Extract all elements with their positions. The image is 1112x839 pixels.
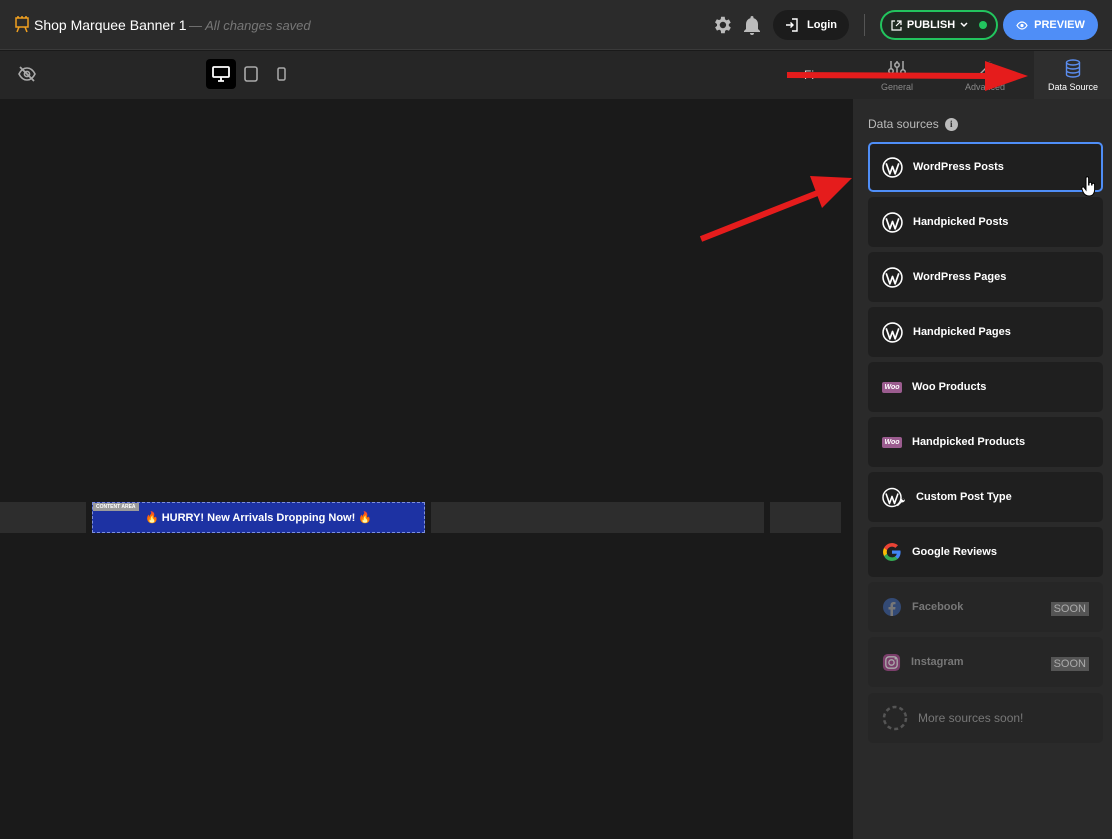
panel-title: Data sources i bbox=[868, 117, 958, 131]
source-handpicked-products[interactable]: Woo Handpicked Products bbox=[868, 417, 1103, 467]
data-source-panel: Data sources i WordPress Posts Handpicke… bbox=[853, 99, 1112, 839]
sliders-icon bbox=[888, 61, 906, 77]
tab-data-source[interactable]: Data Source bbox=[1034, 51, 1112, 99]
wordpress-icon bbox=[882, 156, 903, 178]
content-area-tag: CONTENT AREA bbox=[93, 503, 139, 511]
login-button[interactable]: Login bbox=[773, 10, 849, 40]
publish-label: PUBLISH bbox=[906, 19, 956, 31]
preview-button[interactable]: PREVIEW bbox=[1003, 10, 1098, 40]
source-label: Google Reviews bbox=[912, 546, 997, 558]
publish-status-dot bbox=[979, 21, 988, 29]
editor-canvas[interactable]: CONTENT AREA 🔥 HURRY! New Arrivals Dropp… bbox=[0, 99, 853, 839]
tab-advanced[interactable]: Advanced bbox=[948, 51, 1022, 99]
banner-text: 🔥 HURRY! New Arrivals Dropping Now! 🔥 bbox=[144, 512, 373, 524]
source-label: Custom Post Type bbox=[916, 491, 1012, 503]
login-icon bbox=[786, 18, 798, 32]
wordpress-icon bbox=[882, 321, 903, 343]
wordpress-icon bbox=[882, 211, 903, 233]
soon-badge: SOON bbox=[1050, 602, 1089, 616]
truncated-tab-label: Fi bbox=[804, 68, 814, 82]
app-title: Shop Marquee Banner 1 bbox=[34, 17, 187, 33]
source-label: Handpicked Pages bbox=[913, 326, 1011, 338]
woo-icon: Woo bbox=[882, 436, 902, 448]
tab-general[interactable]: General bbox=[866, 51, 928, 99]
source-handpicked-pages[interactable]: Handpicked Pages bbox=[868, 307, 1103, 357]
eye-icon bbox=[1016, 20, 1028, 30]
hand-cursor-icon bbox=[1081, 176, 1096, 197]
eye-off-icon[interactable] bbox=[17, 65, 37, 83]
source-label: Handpicked Products bbox=[912, 436, 1026, 448]
login-label: Login bbox=[807, 19, 837, 31]
header-divider bbox=[864, 14, 865, 36]
google-icon bbox=[883, 543, 901, 561]
info-icon[interactable]: i bbox=[944, 117, 958, 131]
dashed-circle-icon bbox=[882, 705, 908, 731]
mobile-icon bbox=[276, 67, 286, 81]
facebook-icon bbox=[883, 598, 901, 616]
tab-general-label: General bbox=[880, 82, 914, 92]
tab-data-source-label: Data Source bbox=[1047, 82, 1099, 92]
marquee-segment bbox=[0, 502, 86, 533]
database-icon bbox=[1065, 59, 1081, 78]
source-google-reviews[interactable]: Google Reviews bbox=[868, 527, 1103, 577]
desktop-view-button[interactable] bbox=[206, 59, 236, 89]
chevron-down-icon bbox=[960, 22, 968, 28]
source-wordpress-posts[interactable]: WordPress Posts bbox=[868, 142, 1103, 197]
preview-label: PREVIEW bbox=[1034, 19, 1085, 31]
desktop-icon bbox=[212, 66, 230, 82]
top-bar: Shop Marquee Banner 1 — All changes save… bbox=[0, 0, 1112, 50]
external-link-icon bbox=[891, 19, 902, 31]
save-status: — All changes saved bbox=[189, 18, 311, 33]
more-sources-placeholder: More sources soon! bbox=[868, 693, 1103, 743]
tab-advanced-label: Advanced bbox=[964, 82, 1006, 92]
wordpress-wrench-icon bbox=[882, 487, 905, 507]
source-label: WordPress Posts bbox=[913, 161, 1004, 173]
marquee-logo-icon bbox=[15, 16, 29, 33]
mobile-view-button[interactable] bbox=[266, 59, 296, 89]
gear-icon[interactable] bbox=[711, 14, 733, 36]
tablet-icon bbox=[244, 66, 258, 82]
soon-badge: SOON bbox=[1050, 657, 1089, 671]
woo-icon: Woo bbox=[882, 381, 902, 393]
source-label: Instagram bbox=[911, 656, 964, 668]
content-area-banner[interactable]: CONTENT AREA 🔥 HURRY! New Arrivals Dropp… bbox=[92, 502, 425, 533]
publish-button[interactable]: PUBLISH bbox=[880, 10, 998, 40]
source-facebook: Facebook SOON bbox=[868, 582, 1103, 632]
wrench-icon bbox=[978, 61, 993, 76]
more-sources-label: More sources soon! bbox=[918, 711, 1024, 725]
panel-title-text: Data sources bbox=[868, 117, 939, 131]
marquee-segment bbox=[431, 502, 764, 533]
source-woo-products[interactable]: Woo Woo Products bbox=[868, 362, 1103, 412]
editor-toolbar: Fi General Advanced Data Source bbox=[0, 51, 1112, 99]
source-label: Woo Products bbox=[912, 381, 987, 393]
bell-icon[interactable] bbox=[742, 14, 762, 36]
source-wordpress-pages[interactable]: WordPress Pages bbox=[868, 252, 1103, 302]
source-label: Handpicked Posts bbox=[913, 216, 1009, 228]
instagram-icon bbox=[882, 653, 901, 671]
marquee-segment bbox=[770, 502, 841, 533]
source-label: WordPress Pages bbox=[913, 271, 1007, 283]
wordpress-icon bbox=[882, 266, 903, 288]
tablet-view-button[interactable] bbox=[236, 59, 266, 89]
source-label: Facebook bbox=[912, 601, 964, 613]
source-custom-post-type[interactable]: Custom Post Type bbox=[868, 472, 1103, 522]
source-handpicked-posts[interactable]: Handpicked Posts bbox=[868, 197, 1103, 247]
source-instagram: Instagram SOON bbox=[868, 637, 1103, 687]
